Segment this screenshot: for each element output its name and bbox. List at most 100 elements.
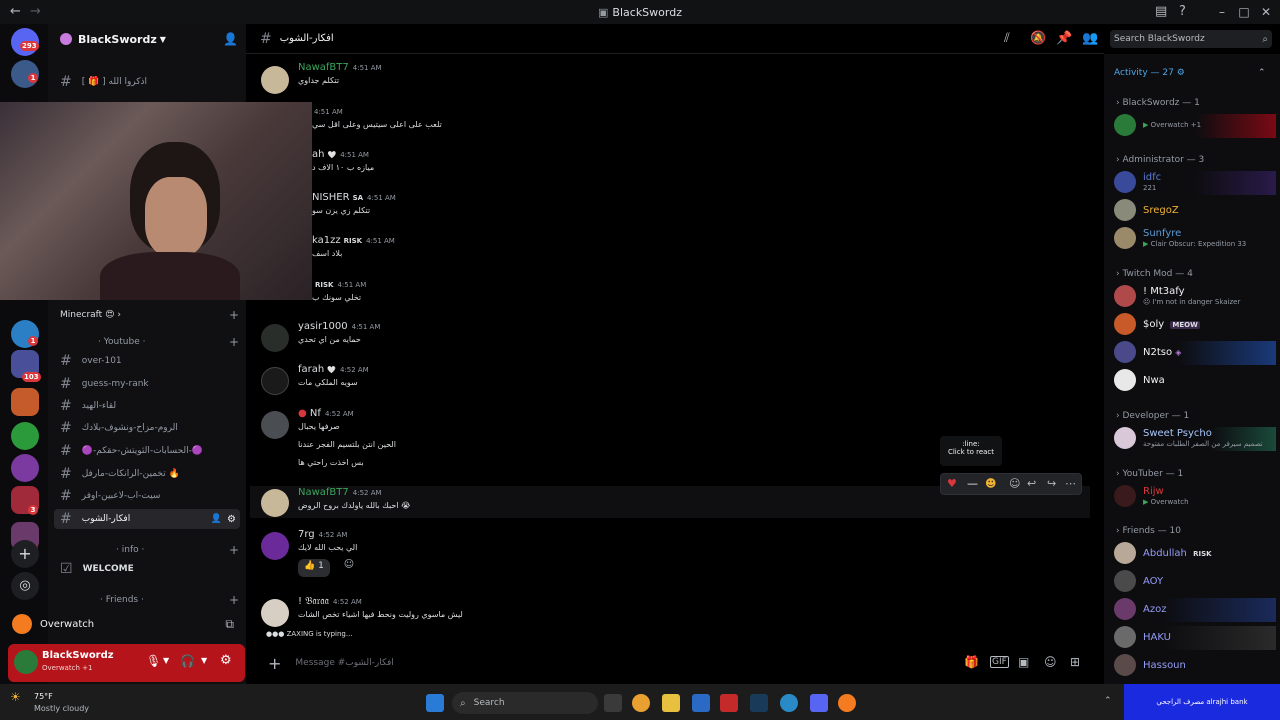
avatar[interactable] [261,66,289,94]
message[interactable]: ka1zz RISK 4:51 AM بلاد اسف [250,235,1090,275]
maximize-button[interactable]: □ [1236,4,1252,20]
add-reaction-icon[interactable]: ☺ [1009,477,1020,490]
heart-reaction-icon[interactable]: ♥ [947,477,957,490]
attach-icon[interactable]: + [268,654,281,673]
member-item[interactable]: ▶ Overwatch +1 [1114,114,1276,138]
start-icon[interactable] [426,694,444,712]
member-item[interactable]: Nwa [1114,369,1276,393]
line-reaction-icon[interactable]: — [967,477,978,490]
username[interactable]: farah [298,364,324,375]
emoji-icon[interactable]: ☺ [1044,655,1057,669]
app-icon[interactable] [780,694,798,712]
member-item[interactable]: AOY [1114,570,1276,594]
channel-item[interactable]: # لقاء-الهيد [54,396,240,416]
username[interactable]: ah [312,149,324,160]
avatar[interactable] [261,489,289,517]
server-icon[interactable] [11,422,39,450]
tray-chevron-icon[interactable]: ⌃ [1104,696,1112,706]
thinking-reaction-icon[interactable]: ☻ [985,477,996,490]
member-item[interactable]: N2tso ◈ [1114,341,1276,365]
help-icon[interactable]: ? [1179,4,1186,19]
activity-header[interactable]: Activity — 27 ⚙ [1114,68,1185,78]
sticker-icon[interactable]: ▣ [1018,655,1029,669]
collapse-icon[interactable]: ⌃ [1258,68,1266,78]
add-member-icon[interactable]: 👤 [211,514,222,524]
message[interactable]: farah 🤍 4:52 AM سويه الملكي مات [250,364,1090,404]
discord-icon[interactable] [810,694,828,712]
add-channel-icon[interactable]: + [229,335,239,349]
close-button[interactable]: ✕ [1258,4,1274,20]
member-item[interactable]: Sweet Psycho تصميم سيرفر من الصفر الطلبا… [1114,427,1276,451]
channel-item[interactable]: # over-101 [54,351,240,371]
steam-icon[interactable] [750,694,768,712]
search-input[interactable]: Search BlackSwordz [1114,34,1205,44]
avatar[interactable] [261,411,289,439]
channel-item-welcome[interactable]: ☑ WELCOME [54,559,240,579]
username[interactable]: ka1zz [312,235,341,246]
member-item[interactable]: SregoZ [1114,199,1276,223]
username[interactable]: NawafBT7 [298,487,349,498]
message[interactable]: ah 🤍 4:51 AM ميازه ب ١٠ الاف د [250,149,1090,189]
voice-activity[interactable]: Overwatch ⧉ [8,608,244,640]
username[interactable]: NISHER [312,192,350,203]
gift-icon[interactable]: 🎁 [964,655,979,669]
add-channel-icon[interactable]: + [229,593,239,607]
server-folder-icon[interactable] [11,388,39,416]
weather-text[interactable]: Mostly cloudy [34,704,89,713]
inbox-icon[interactable]: ▤ [1155,4,1167,19]
taskbar-search[interactable]: ⌕ Search [452,692,598,714]
message-input[interactable]: Message #افكار-الشوب [295,658,393,668]
channel-item[interactable]: # 🟣-الحسابات-الثويتش-حقكم-🟣 [54,441,240,461]
member-item[interactable]: idfc 221 [1114,171,1276,195]
app-icon[interactable] [720,694,738,712]
headphones-icon[interactable]: 🎧 [180,654,195,668]
member-item[interactable]: Sunfyre ▶ Clair Obscur: Expedition 33 [1114,227,1276,251]
gear-icon[interactable]: ⚙ [227,514,236,525]
member-item[interactable]: Abdullah RISK [1114,542,1276,566]
message[interactable]: RISK 4:51 AM تخلي سونك ب [250,279,1090,319]
forward-icon[interactable]: ↪ [1047,477,1056,490]
chrome-icon[interactable] [632,694,650,712]
search-box[interactable]: Search BlackSwordz ⌕ [1110,30,1272,48]
username[interactable]: NawafBT7 [298,62,349,73]
threads-icon[interactable]: ⫽ [1004,31,1010,46]
add-channel-icon[interactable]: + [229,308,239,322]
username[interactable]: yasir1000 [298,321,348,332]
chevron-down-icon[interactable]: ▼ [201,656,207,665]
channel-item[interactable]: # الروم-مزاح-ونشوف-بلادك [54,418,240,438]
more-options-icon[interactable]: ⋯ [1065,477,1076,490]
file-explorer-icon[interactable] [662,694,680,712]
message[interactable]: ! 𝔅𝔞𝔯𝔞𝔞 4:52 AM ليش ماسوي روليت ونحط فيها… [250,596,1090,636]
overwatch-icon[interactable] [838,694,856,712]
temperature[interactable]: 75°F [34,692,53,701]
username[interactable]: 7rg [298,529,315,540]
screen-share-icon[interactable]: ⧉ [225,617,234,632]
avatar[interactable] [14,650,38,674]
category-youtube[interactable]: · Youtube · [98,337,145,347]
channel-item[interactable]: # تخمين-الرانكات-مارفل 🔥 [54,464,240,484]
avatar[interactable] [261,599,289,627]
add-reaction-icon[interactable]: ☺ [340,559,358,577]
member-item[interactable]: HAKU [1114,626,1276,650]
task-view-icon[interactable] [604,694,622,712]
avatar[interactable] [261,324,289,352]
gif-icon[interactable]: GIF [990,656,1009,668]
message[interactable]: 4:51 AM تلعب على اعلى سيتيس وعلى اقل سي [250,106,1090,146]
add-member-icon[interactable]: 👤 [223,32,238,46]
reply-icon[interactable]: ↩ [1027,477,1036,490]
server-header[interactable]: BlackSwordz ▼ 👤 [48,24,246,54]
message[interactable]: NISHER SA 4:51 AM تتكلم زي يزن سو [250,192,1090,232]
channel-item[interactable]: #[ 🎁 ] اذكروا الله [54,72,240,92]
apps-icon[interactable]: ⊞ [1070,655,1080,669]
username[interactable]: Nf [310,408,321,419]
member-item[interactable]: ! Mt3afy ☹ I'm not in danger Skaizer [1114,285,1276,309]
add-channel-icon[interactable]: + [229,543,239,557]
minimize-button[interactable]: – [1214,4,1230,20]
member-item[interactable]: Hassoun [1114,654,1276,678]
avatar[interactable] [261,532,289,560]
message[interactable]: 7rg 4:52 AM الي يحب الله لايك 👍 1 ☺ [250,529,1090,584]
add-server-icon[interactable]: + [11,540,39,568]
channel-item-active[interactable]: # افكار-الشوب 👤 ⚙ [54,509,240,529]
message[interactable]: yasir1000 4:51 AM حمايه من اي تحدي [250,321,1090,361]
category-friends[interactable]: · Friends · [100,595,144,605]
